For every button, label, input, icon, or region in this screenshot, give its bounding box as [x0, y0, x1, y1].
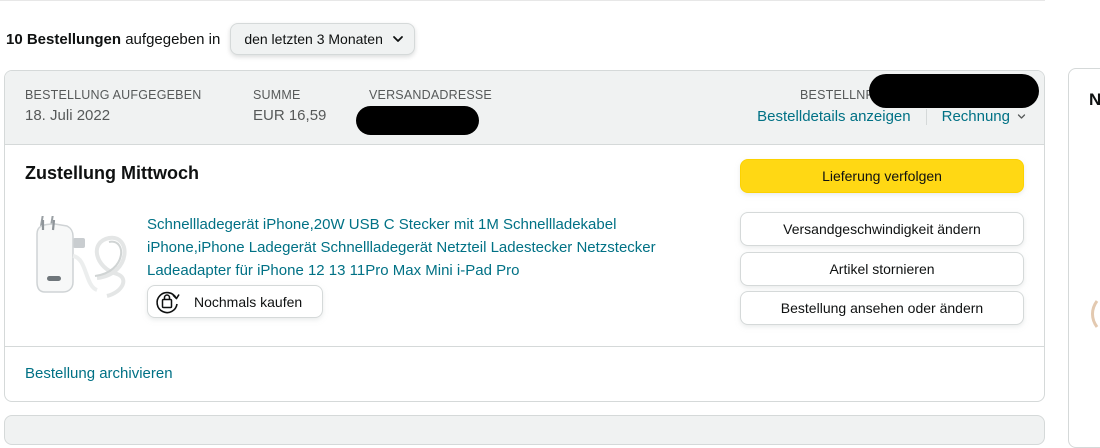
top-divider	[0, 0, 1045, 1]
orders-filter-row: 10 Bestellungen aufgegeben in den letzte…	[6, 22, 415, 56]
delivery-status-heading: Zustellung Mittwoch	[25, 163, 199, 183]
next-order-card	[4, 415, 1045, 445]
buy-again-label: Nochmals kaufen	[194, 293, 303, 310]
order-placed-column: BESTELLUNG AUFGEGEBEN 18. Juli 2022	[25, 88, 201, 124]
order-placed-date: 18. Juli 2022	[25, 107, 111, 124]
order-count-suffix: aufgegeben in	[121, 30, 221, 48]
order-card: BESTELLUNG AUFGEGEBEN 18. Juli 2022 SUMM…	[4, 70, 1045, 402]
order-total-label: SUMME	[253, 88, 301, 102]
order-number-column: BESTELLNR.	[800, 88, 878, 102]
track-package-button[interactable]: Lieferung verfolgen	[740, 159, 1024, 193]
change-shipping-speed-button[interactable]: Versandgeschwindigkeit ändern	[740, 212, 1024, 246]
buy-again-icon	[156, 291, 180, 313]
time-range-dropdown[interactable]: den letzten 3 Monaten	[230, 23, 415, 55]
side-panel-card: N	[1068, 68, 1100, 448]
order-details-link[interactable]: Bestelldetails anzeigen	[757, 108, 910, 125]
chevron-down-icon[interactable]	[1017, 112, 1026, 121]
buy-again-button[interactable]: Nochmals kaufen	[147, 285, 323, 318]
order-count: 10 Bestellungen	[6, 30, 122, 48]
product-title-link[interactable]: Schnellladegerät iPhone,20W USB C Stecke…	[147, 213, 712, 282]
redacted-order-number	[869, 74, 1039, 108]
chevron-down-icon	[392, 36, 403, 42]
invoice-link[interactable]: Rechnung	[942, 108, 1010, 125]
side-panel-heading: N	[1089, 90, 1100, 110]
cancel-items-button[interactable]: Artikel stornieren	[740, 252, 1024, 286]
side-panel-thumbnail[interactable]	[1089, 299, 1100, 329]
archive-order-link[interactable]: Bestellung archivieren	[25, 365, 173, 382]
order-placed-label: BESTELLUNG AUFGEGEBEN	[25, 88, 202, 102]
ship-to-column: VERSANDADRESSE	[369, 88, 492, 102]
order-header-links: Bestelldetails anzeigen Rechnung	[757, 108, 1026, 125]
order-total-column: SUMME EUR 16,59	[253, 88, 326, 124]
order-number-label: BESTELLNR.	[800, 88, 879, 102]
card-footer-divider	[5, 346, 1044, 347]
ship-to-label: VERSANDADRESSE	[369, 88, 492, 102]
link-separator	[925, 108, 927, 125]
order-total-value: EUR 16,59	[253, 107, 327, 124]
product-image[interactable]	[27, 216, 135, 306]
redacted-address	[356, 106, 479, 135]
order-card-header: BESTELLUNG AUFGEGEBEN 18. Juli 2022 SUMM…	[5, 71, 1044, 145]
view-edit-order-button[interactable]: Bestellung ansehen oder ändern	[740, 291, 1024, 325]
time-range-value: den letzten 3 Monaten	[244, 31, 383, 47]
